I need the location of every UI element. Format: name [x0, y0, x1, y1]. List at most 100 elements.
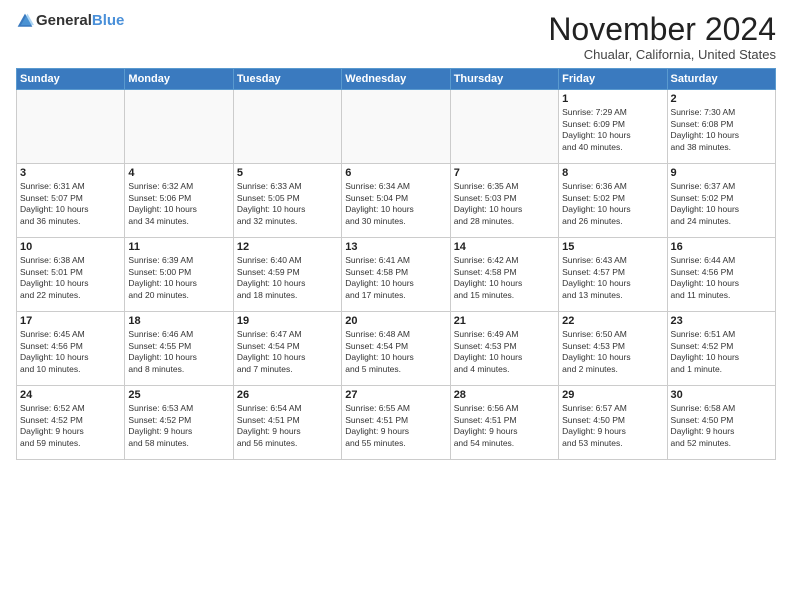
page-container: GeneralBlue November 2024 Chualar, Calif… — [0, 0, 792, 468]
logo-text-general: General — [36, 12, 92, 29]
table-row: 8 Sunrise: 6:36 AM Sunset: 5:02 PM Daylig… — [559, 164, 667, 238]
col-friday: Friday — [559, 69, 667, 90]
day-info: Sunrise: 7:29 AM Sunset: 6:09 PM Dayligh… — [562, 107, 663, 153]
day-info: Sunrise: 6:34 AM Sunset: 5:04 PM Dayligh… — [345, 181, 446, 227]
col-sunday: Sunday — [17, 69, 125, 90]
table-row: 27 Sunrise: 6:55 AM Sunset: 4:51 PM Dayli… — [342, 386, 450, 460]
day-number: 8 — [562, 167, 663, 179]
day-info: Sunrise: 6:58 AM Sunset: 4:50 PM Dayligh… — [671, 403, 772, 449]
col-thursday: Thursday — [450, 69, 558, 90]
day-info: Sunrise: 6:39 AM Sunset: 5:00 PM Dayligh… — [128, 255, 229, 301]
day-number: 21 — [454, 315, 555, 327]
table-row: 20Sunrise: 6:48 AM Sunset: 4:54 PM Dayli… — [342, 312, 450, 386]
day-number: 3 — [20, 167, 121, 179]
logo: GeneralBlue — [16, 12, 124, 30]
day-number: 29 — [562, 389, 663, 401]
table-row: 7 Sunrise: 6:35 AM Sunset: 5:03 PM Daylig… — [450, 164, 558, 238]
table-row: 29 Sunrise: 6:57 AM Sunset: 4:50 PM Dayli… — [559, 386, 667, 460]
day-number: 27 — [345, 389, 446, 401]
logo-text-blue: Blue — [92, 12, 125, 29]
table-row: 19 Sunrise: 6:47 AM Sunset: 4:54 PM Dayli… — [233, 312, 341, 386]
table-row: 15Sunrise: 6:43 AM Sunset: 4:57 PM Dayli… — [559, 238, 667, 312]
table-row: 23Sunrise: 6:51 AM Sunset: 4:52 PM Dayli… — [667, 312, 775, 386]
day-number: 6 — [345, 167, 446, 179]
day-number: 1 — [562, 93, 663, 105]
day-info: Sunrise: 6:45 AM Sunset: 4:56 PM Dayligh… — [20, 329, 121, 375]
table-row: 9 Sunrise: 6:37 AM Sunset: 5:02 PM Daylig… — [667, 164, 775, 238]
day-info: Sunrise: 6:48 AM Sunset: 4:54 PM Dayligh… — [345, 329, 446, 375]
day-number: 25 — [128, 389, 229, 401]
day-info: Sunrise: 6:40 AM Sunset: 4:59 PM Dayligh… — [237, 255, 338, 301]
day-info: Sunrise: 6:56 AM Sunset: 4:51 PM Dayligh… — [454, 403, 555, 449]
table-row: 3 Sunrise: 6:31 AM Sunset: 5:07 PM Daylig… — [17, 164, 125, 238]
table-row: 24Sunrise: 6:52 AM Sunset: 4:52 PM Dayli… — [17, 386, 125, 460]
day-number: 16 — [671, 241, 772, 253]
calendar-table: Sunday Monday Tuesday Wednesday Thursday… — [16, 68, 776, 460]
calendar-week-row: 17 Sunrise: 6:45 AM Sunset: 4:56 PM Dayli… — [17, 312, 776, 386]
table-row: 13 Sunrise: 6:41 AM Sunset: 4:58 PM Dayli… — [342, 238, 450, 312]
month-title: November 2024 — [548, 12, 776, 47]
table-row: 25 Sunrise: 6:53 AM Sunset: 4:52 PM Dayli… — [125, 386, 233, 460]
day-info: Sunrise: 6:36 AM Sunset: 5:02 PM Dayligh… — [562, 181, 663, 227]
table-row: 4 Sunrise: 6:32 AM Sunset: 5:06 PM Daylig… — [125, 164, 233, 238]
table-row — [233, 90, 341, 164]
day-info: Sunrise: 6:55 AM Sunset: 4:51 PM Dayligh… — [345, 403, 446, 449]
day-info: Sunrise: 6:32 AM Sunset: 5:06 PM Dayligh… — [128, 181, 229, 227]
day-info: Sunrise: 6:38 AM Sunset: 5:01 PM Dayligh… — [20, 255, 121, 301]
day-info: Sunrise: 6:37 AM Sunset: 5:02 PM Dayligh… — [671, 181, 772, 227]
calendar-week-row: 10Sunrise: 6:38 AM Sunset: 5:01 PM Dayli… — [17, 238, 776, 312]
day-info: Sunrise: 6:57 AM Sunset: 4:50 PM Dayligh… — [562, 403, 663, 449]
day-number: 4 — [128, 167, 229, 179]
table-row: 2 Sunrise: 7:30 AM Sunset: 6:08 PM Daylig… — [667, 90, 775, 164]
calendar-header-row: Sunday Monday Tuesday Wednesday Thursday… — [17, 69, 776, 90]
table-row — [125, 90, 233, 164]
day-info: Sunrise: 6:51 AM Sunset: 4:52 PM Dayligh… — [671, 329, 772, 375]
day-info: Sunrise: 6:52 AM Sunset: 4:52 PM Dayligh… — [20, 403, 121, 449]
day-info: Sunrise: 6:53 AM Sunset: 4:52 PM Dayligh… — [128, 403, 229, 449]
day-info: Sunrise: 6:35 AM Sunset: 5:03 PM Dayligh… — [454, 181, 555, 227]
calendar-week-row: 24Sunrise: 6:52 AM Sunset: 4:52 PM Dayli… — [17, 386, 776, 460]
table-row: 26Sunrise: 6:54 AM Sunset: 4:51 PM Dayli… — [233, 386, 341, 460]
table-row: 16Sunrise: 6:44 AM Sunset: 4:56 PM Dayli… — [667, 238, 775, 312]
table-row: 1 Sunrise: 7:29 AM Sunset: 6:09 PM Daylig… — [559, 90, 667, 164]
location: Chualar, California, United States — [548, 47, 776, 62]
day-info: Sunrise: 6:43 AM Sunset: 4:57 PM Dayligh… — [562, 255, 663, 301]
day-number: 13 — [345, 241, 446, 253]
day-info: Sunrise: 7:30 AM Sunset: 6:08 PM Dayligh… — [671, 107, 772, 153]
header: GeneralBlue November 2024 Chualar, Calif… — [16, 12, 776, 62]
day-info: Sunrise: 6:46 AM Sunset: 4:55 PM Dayligh… — [128, 329, 229, 375]
table-row: 30 Sunrise: 6:58 AM Sunset: 4:50 PM Dayli… — [667, 386, 775, 460]
day-info: Sunrise: 6:50 AM Sunset: 4:53 PM Dayligh… — [562, 329, 663, 375]
table-row: 21 Sunrise: 6:49 AM Sunset: 4:53 PM Dayli… — [450, 312, 558, 386]
day-number: 19 — [237, 315, 338, 327]
day-info: Sunrise: 6:33 AM Sunset: 5:05 PM Dayligh… — [237, 181, 338, 227]
day-info: Sunrise: 6:41 AM Sunset: 4:58 PM Dayligh… — [345, 255, 446, 301]
col-tuesday: Tuesday — [233, 69, 341, 90]
day-number: 12 — [237, 241, 338, 253]
day-info: Sunrise: 6:47 AM Sunset: 4:54 PM Dayligh… — [237, 329, 338, 375]
day-info: Sunrise: 6:49 AM Sunset: 4:53 PM Dayligh… — [454, 329, 555, 375]
title-block: November 2024 Chualar, California, Unite… — [548, 12, 776, 62]
day-number: 9 — [671, 167, 772, 179]
col-wednesday: Wednesday — [342, 69, 450, 90]
day-info: Sunrise: 6:54 AM Sunset: 4:51 PM Dayligh… — [237, 403, 338, 449]
calendar-week-row: 3 Sunrise: 6:31 AM Sunset: 5:07 PM Daylig… — [17, 164, 776, 238]
day-number: 14 — [454, 241, 555, 253]
day-number: 22 — [562, 315, 663, 327]
col-saturday: Saturday — [667, 69, 775, 90]
day-number: 2 — [671, 93, 772, 105]
table-row — [342, 90, 450, 164]
table-row: 11Sunrise: 6:39 AM Sunset: 5:00 PM Dayli… — [125, 238, 233, 312]
table-row — [17, 90, 125, 164]
table-row: 18Sunrise: 6:46 AM Sunset: 4:55 PM Dayli… — [125, 312, 233, 386]
logo-icon — [16, 12, 34, 30]
day-info: Sunrise: 6:31 AM Sunset: 5:07 PM Dayligh… — [20, 181, 121, 227]
table-row: 5Sunrise: 6:33 AM Sunset: 5:05 PM Daylig… — [233, 164, 341, 238]
day-info: Sunrise: 6:42 AM Sunset: 4:58 PM Dayligh… — [454, 255, 555, 301]
day-number: 30 — [671, 389, 772, 401]
day-number: 17 — [20, 315, 121, 327]
table-row — [450, 90, 558, 164]
table-row: 12 Sunrise: 6:40 AM Sunset: 4:59 PM Dayli… — [233, 238, 341, 312]
day-number: 7 — [454, 167, 555, 179]
table-row: 14 Sunrise: 6:42 AM Sunset: 4:58 PM Dayli… — [450, 238, 558, 312]
